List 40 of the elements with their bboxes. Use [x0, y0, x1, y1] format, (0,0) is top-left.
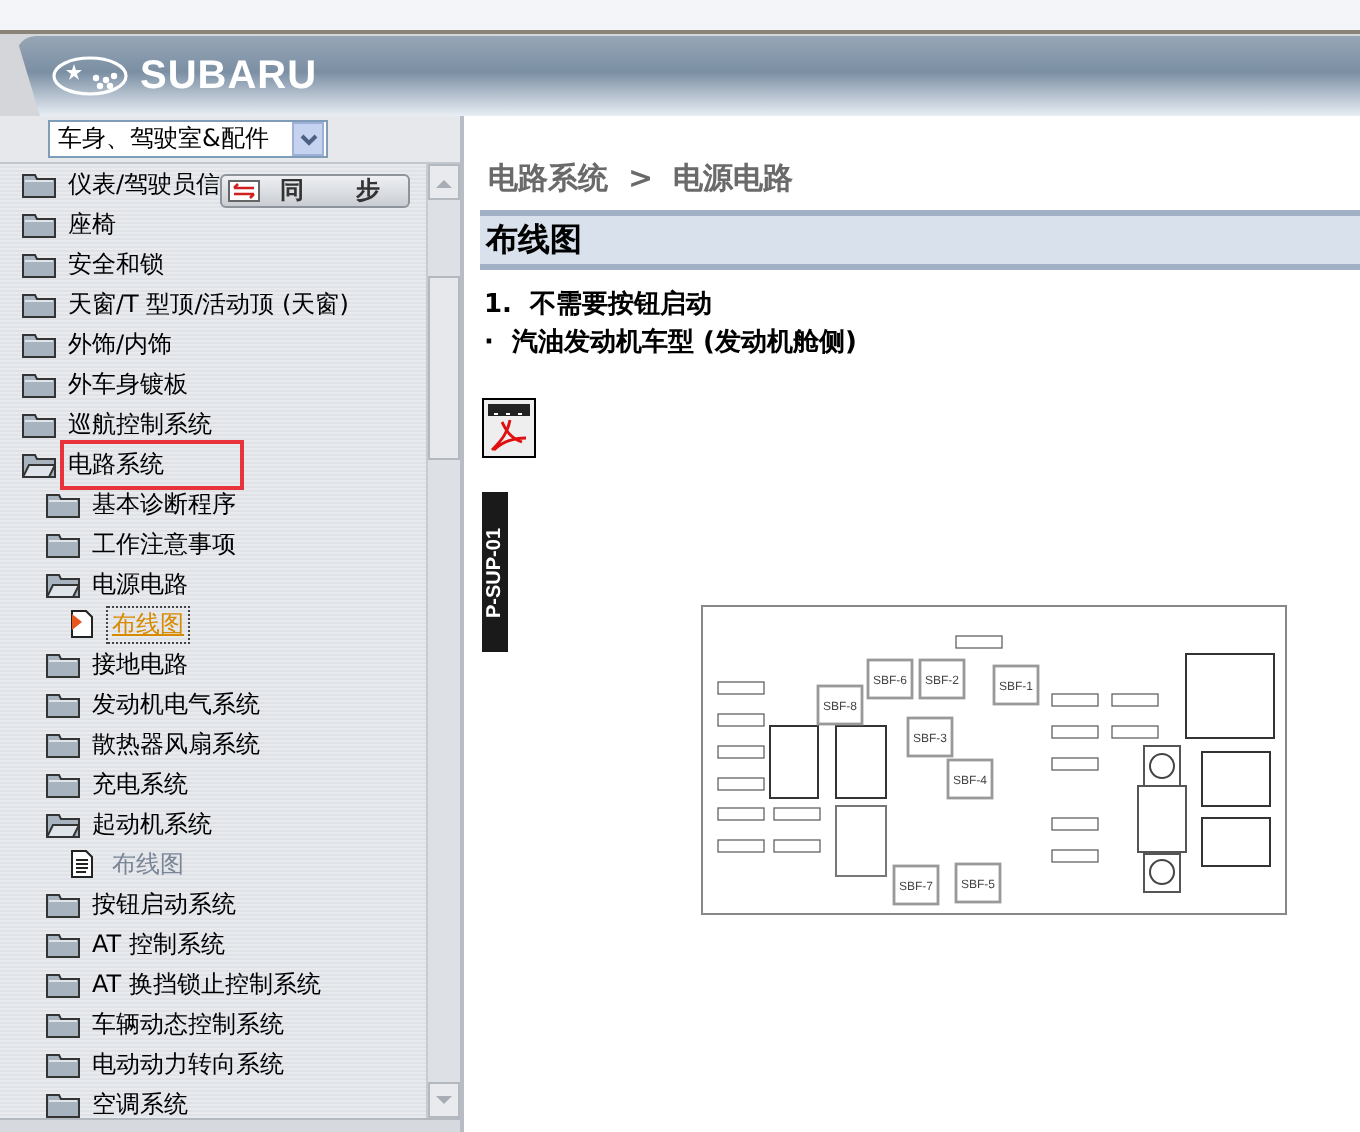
arrow-up-icon	[436, 177, 452, 187]
tree-item[interactable]: 接地电路	[92, 647, 188, 681]
pdf-file-icon[interactable]	[482, 398, 536, 458]
breadcrumb-link[interactable]: 电路系统	[488, 159, 608, 197]
scrollbar-thumb[interactable]	[428, 276, 460, 460]
tree-item[interactable]: 外车身镀板	[68, 367, 188, 401]
sync-button[interactable]: 同 步	[220, 174, 410, 208]
tree-item[interactable]: 散热器风扇系统	[92, 727, 260, 761]
tree-item[interactable]: 充电系统	[92, 767, 188, 801]
tree-item[interactable]: AT 控制系统	[92, 927, 225, 961]
content-text: · 汽油发动机车型 (发动机舱侧)	[484, 325, 859, 354]
tree-item[interactable]: 基本诊断程序	[92, 487, 236, 521]
tree-item[interactable]: 空调系统	[92, 1087, 188, 1118]
tree-item[interactable]: 电源电路	[92, 567, 188, 601]
tree-item[interactable]: 天窗/T 型顶/活动顶 (天窗)	[68, 287, 349, 321]
tree-item[interactable]: 电动动力转向系统	[92, 1047, 284, 1081]
swap-arrows-icon	[228, 180, 260, 202]
content-text: 1. 不需要按钮启动	[484, 287, 715, 316]
tree-item[interactable]: 仪表/驾驶员信	[68, 167, 221, 201]
section-heading: 布线图	[480, 210, 1360, 270]
tree-item[interactable]: 巡航控制系统	[68, 407, 212, 441]
tree-item[interactable]: 工作注意事项	[92, 527, 236, 561]
stars-logo-icon	[52, 56, 128, 96]
document-icon	[70, 850, 94, 878]
chevron-down-icon	[299, 133, 317, 145]
tree-item[interactable]: 按钮启动系统	[92, 887, 236, 921]
brand-name: SUBARU	[140, 53, 318, 99]
category-dropdown[interactable]: 车身、驾驶室&配件	[48, 120, 328, 158]
tree-item[interactable]: 发动机电气系统	[92, 687, 260, 721]
vertical-scrollbar[interactable]	[426, 164, 460, 1118]
arrow-down-icon	[436, 1095, 452, 1105]
tree-item[interactable]: 外饰/内饰	[68, 327, 173, 361]
document-arrow-icon	[70, 610, 94, 638]
tree-item[interactable]: AT 换挡锁止控制系统	[92, 967, 321, 1001]
tree-item[interactable]: 安全和锁	[68, 247, 164, 281]
breadcrumb-separator: >	[628, 160, 654, 196]
tree-item[interactable]: 起动机系统	[92, 807, 212, 841]
tree-item[interactable]: 座椅	[68, 207, 116, 241]
breadcrumb-link[interactable]: 电源电路	[673, 159, 794, 197]
tree-item[interactable]: 车辆动态控制系统	[92, 1007, 284, 1041]
